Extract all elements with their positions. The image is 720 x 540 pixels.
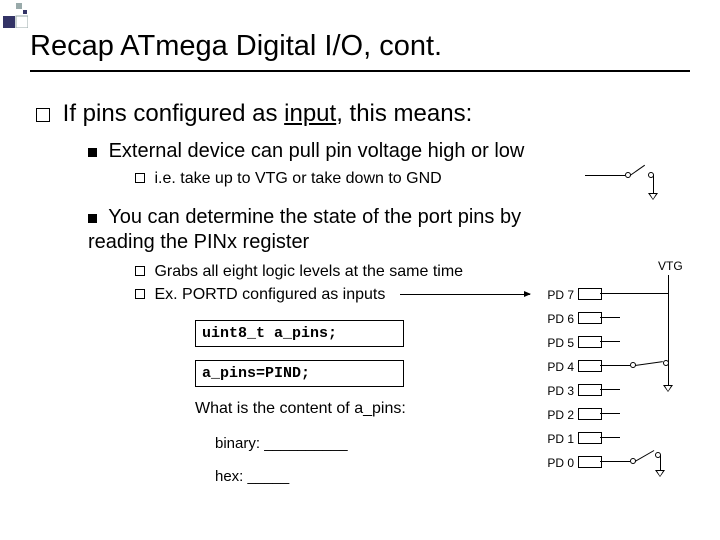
pin-label-pd0: PD 0: [540, 456, 574, 470]
square-bullet-icon: [88, 148, 97, 157]
pin-wire: [600, 293, 668, 294]
slide-title: Recap ATmega Digital I/O, cont.: [30, 30, 442, 63]
checkbox-bullet-icon: [36, 108, 50, 122]
pin-wire: [600, 341, 620, 342]
pin-box: [578, 456, 602, 468]
pin-label-pd6: PD 6: [540, 312, 574, 326]
pin-box: [578, 288, 602, 300]
pin-box: [578, 408, 602, 420]
small-box-bullet-icon: [135, 173, 145, 183]
title-rule: [30, 70, 690, 72]
pin-label-pd5: PD 5: [540, 336, 574, 350]
pin-label-pd1: PD 1: [540, 432, 574, 446]
text: External device can pull pin voltage hig…: [109, 140, 525, 162]
bullet-ex-portd: Ex. PORTD configured as inputs: [135, 286, 385, 304]
pin-box: [578, 336, 602, 348]
vtg-label: VTG: [658, 259, 683, 273]
vtg-bus-wire: [668, 275, 669, 385]
answer-hex: hex: _____: [215, 468, 289, 485]
pin-wire: [600, 437, 620, 438]
pin-label-pd3: PD 3: [540, 384, 574, 398]
slide-decoration: [3, 3, 28, 28]
answer-binary: binary: __________: [215, 435, 348, 452]
pin-wire: [600, 317, 620, 318]
code-decl: uint8_t a_pins;: [195, 320, 404, 347]
text: If pins configured as: [63, 100, 284, 127]
input-underline: input: [284, 100, 336, 127]
pin-box: [578, 312, 602, 324]
pin-wire: [600, 461, 630, 462]
bullet-pinx-register: You can determine the state of the port …: [88, 205, 528, 255]
bullet-grabs-eight: Grabs all eight logic levels at the same…: [135, 263, 463, 281]
code-read: a_pins=PIND;: [195, 360, 404, 387]
pin-box: [578, 360, 602, 372]
pin-wire: [600, 389, 620, 390]
text: i.e. take up to VTG or take down to GND: [154, 170, 441, 187]
bullet-ie-vtg-gnd: i.e. take up to VTG or take down to GND: [135, 170, 442, 188]
text: Ex. PORTD configured as inputs: [154, 286, 385, 303]
question-content: What is the content of a_pins:: [195, 400, 406, 418]
square-bullet-icon: [88, 214, 97, 223]
pin-label-pd7: PD 7: [540, 288, 574, 302]
pin-box: [578, 384, 602, 396]
pin-wire: [600, 413, 620, 414]
text: Grabs all eight logic levels at the same…: [154, 263, 463, 280]
text: , this means:: [336, 100, 472, 127]
bullet-if-input: If pins configured as input, this means:: [36, 100, 472, 128]
pin-label-pd4: PD 4: [540, 360, 574, 374]
bullet-external-device: External device can pull pin voltage hig…: [88, 140, 524, 163]
ground-icon: [663, 385, 673, 392]
pin-box: [578, 432, 602, 444]
pin-label-pd2: PD 2: [540, 408, 574, 422]
arrow-to-diagram: [400, 294, 530, 295]
text: You can determine the state of the port …: [88, 206, 521, 253]
pin-wire: [600, 365, 630, 366]
small-box-bullet-icon: [135, 266, 145, 276]
small-box-bullet-icon: [135, 289, 145, 299]
